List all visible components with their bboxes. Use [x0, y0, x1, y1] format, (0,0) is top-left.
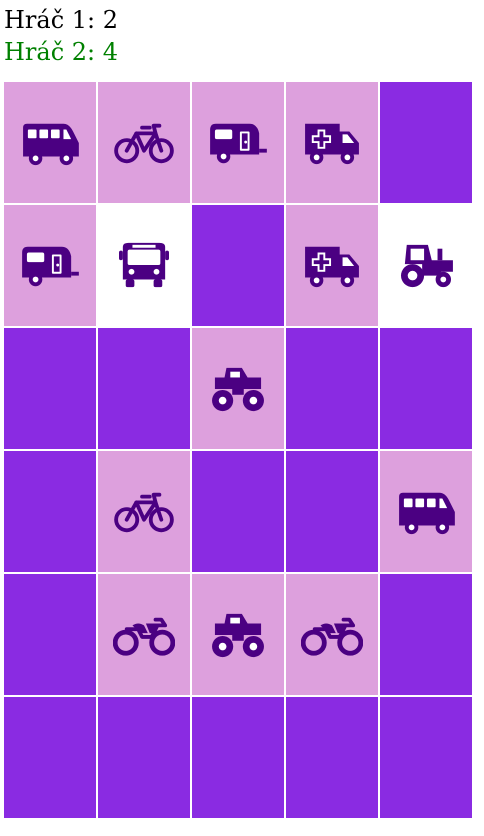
motorcycle-icon — [113, 610, 175, 660]
card-r5-c2[interactable] — [98, 574, 190, 695]
player-2-score: Hráč 2: 4 — [4, 38, 119, 66]
card-r3-c4[interactable] — [286, 328, 378, 449]
ambulance-icon — [301, 241, 363, 291]
card-r2-c5[interactable] — [380, 205, 472, 326]
card-r1-c3[interactable] — [192, 82, 284, 203]
card-r6-c3[interactable] — [192, 697, 284, 818]
card-r3-c5[interactable] — [380, 328, 472, 449]
player-1-score: Hráč 1: 2 — [4, 6, 119, 34]
card-r6-c4[interactable] — [286, 697, 378, 818]
card-r2-c1[interactable] — [4, 205, 96, 326]
card-r2-c3[interactable] — [192, 205, 284, 326]
card-r2-c4[interactable] — [286, 205, 378, 326]
tractor-icon — [395, 241, 457, 291]
card-r4-c3[interactable] — [192, 451, 284, 572]
card-r6-c2[interactable] — [98, 697, 190, 818]
card-r3-c1[interactable] — [4, 328, 96, 449]
card-r5-c3[interactable] — [192, 574, 284, 695]
card-r4-c4[interactable] — [286, 451, 378, 572]
card-r1-c4[interactable] — [286, 82, 378, 203]
monster-truck-icon — [207, 610, 269, 660]
card-r2-c2[interactable] — [98, 205, 190, 326]
card-r1-c1[interactable] — [4, 82, 96, 203]
ambulance-icon — [301, 118, 363, 168]
card-r6-c5[interactable] — [380, 697, 472, 818]
card-r3-c3[interactable] — [192, 328, 284, 449]
caravan-icon — [207, 118, 269, 168]
motorcycle-icon — [301, 610, 363, 660]
card-r5-c1[interactable] — [4, 574, 96, 695]
card-r6-c1[interactable] — [4, 697, 96, 818]
card-r5-c5[interactable] — [380, 574, 472, 695]
bicycle-icon — [113, 487, 175, 537]
card-r4-c1[interactable] — [4, 451, 96, 572]
card-r5-c4[interactable] — [286, 574, 378, 695]
card-r1-c5[interactable] — [380, 82, 472, 203]
caravan-icon — [19, 241, 81, 291]
card-r3-c2[interactable] — [98, 328, 190, 449]
card-r4-c2[interactable] — [98, 451, 190, 572]
bus-icon — [113, 241, 175, 291]
memory-board — [4, 82, 472, 818]
van-icon — [395, 487, 457, 537]
card-r4-c5[interactable] — [380, 451, 472, 572]
monster-truck-icon — [207, 364, 269, 414]
bicycle-icon — [113, 118, 175, 168]
van-icon — [19, 118, 81, 168]
card-r1-c2[interactable] — [98, 82, 190, 203]
